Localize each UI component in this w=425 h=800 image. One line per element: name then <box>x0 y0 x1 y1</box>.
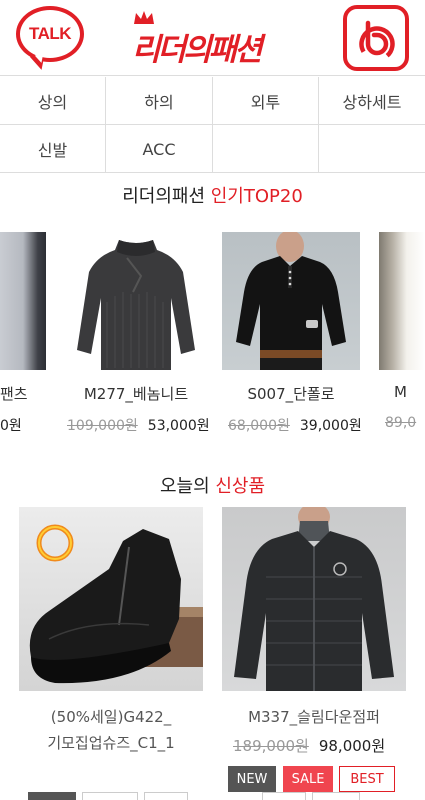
talk-label: TALK <box>28 24 72 43</box>
product-image[interactable] <box>379 232 425 370</box>
product-name-line2[interactable]: 기모집업슈즈_C1_1 <box>19 732 203 753</box>
category-shoes[interactable]: 신발 <box>0 125 106 173</box>
shoe-image <box>29 524 203 684</box>
category-grid: 상의 하의 외투 상하세트 신발 ACC <box>0 77 425 173</box>
sale-badge: SALE <box>283 766 333 792</box>
left-new-badge-partial <box>28 792 76 800</box>
site-logo[interactable]: 리더의패션 <box>130 10 295 68</box>
category-empty <box>213 125 319 173</box>
right-tag-partial <box>312 792 360 800</box>
price-row: 0원 <box>0 418 22 434</box>
sale-price: 98,000원 <box>318 737 386 755</box>
kakao-talk-icon: TALK <box>16 6 84 62</box>
product-name[interactable]: S007_단폴로 <box>222 383 360 404</box>
category-acc[interactable]: ACC <box>106 125 213 173</box>
product-name[interactable]: 팬츠 <box>0 383 46 404</box>
logo-text: 리더의패션 <box>132 32 263 68</box>
product-image[interactable] <box>67 232 205 370</box>
original-price: 68,000원 <box>228 418 290 434</box>
price-row: 89,0 <box>385 415 417 431</box>
best-badge: BEST <box>339 766 395 792</box>
category-bottoms[interactable]: 하의 <box>106 77 213 125</box>
price-row: 68,000원 39,000원 <box>228 415 362 435</box>
product-image[interactable] <box>0 232 46 370</box>
top20-title: 리더의패션 인기TOP20 <box>122 186 303 207</box>
right-tag-partial <box>262 792 306 800</box>
category-tops[interactable]: 상의 <box>0 77 106 125</box>
band-icon <box>359 20 395 59</box>
product-image[interactable] <box>19 507 203 691</box>
original-price: 109,000원 <box>67 418 138 434</box>
original-price: 189,000원 <box>233 737 309 755</box>
new-badge: NEW <box>228 766 276 792</box>
jacket-image <box>234 507 394 691</box>
sale-price: 39,000원 <box>299 418 362 434</box>
category-outerwear[interactable]: 외투 <box>213 77 319 125</box>
band-button[interactable] <box>343 5 409 71</box>
left-tag-partial <box>144 792 188 800</box>
product-name[interactable]: M277_베놈니트 <box>67 383 205 404</box>
sweater-image <box>77 240 195 370</box>
product-image[interactable] <box>222 232 360 370</box>
product-name[interactable]: M <box>394 383 425 401</box>
product-name[interactable]: (50%세일)G422_ <box>19 706 203 727</box>
sale-price: 53,000원 <box>147 418 210 434</box>
price-row: 109,000원 53,000원 <box>67 415 210 435</box>
price-row: 189,000원 98,000원 <box>233 735 385 756</box>
polo-image <box>236 232 346 370</box>
kakao-talk-button[interactable]: TALK <box>16 6 84 73</box>
left-tag-partial <box>82 792 138 800</box>
header: TALK 리더의패션 <box>0 0 425 76</box>
product-name[interactable]: M337_슬림다운점퍼 <box>222 706 406 727</box>
category-sets[interactable]: 상하세트 <box>319 77 425 125</box>
new-arrivals-title: 오늘의 신상품 <box>159 476 266 497</box>
product-image[interactable] <box>222 507 406 691</box>
